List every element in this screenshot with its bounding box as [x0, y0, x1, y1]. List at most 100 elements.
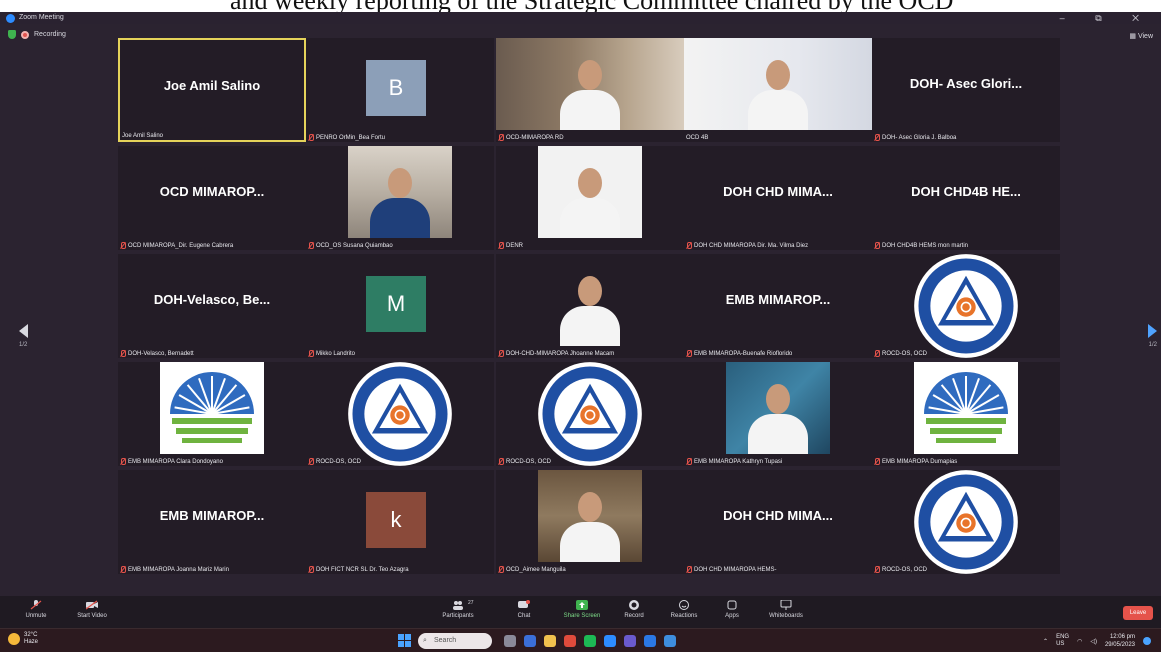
- participant-tile[interactable]: DOH CHD MIMA... DOH CHD MIMAROPA Dir. Ma.…: [684, 146, 872, 250]
- participants-button[interactable]: Participants 27: [428, 600, 488, 619]
- share-screen-label: Share Screen: [563, 613, 601, 619]
- windows-start-icon[interactable]: [398, 634, 412, 648]
- minimize-button[interactable]: –: [1060, 13, 1079, 23]
- person-silhouette: [578, 276, 602, 306]
- microphone-muted-icon: [874, 242, 880, 249]
- microphone-muted-icon: [498, 134, 504, 141]
- participant-tile[interactable]: OCD 4B: [684, 38, 872, 142]
- share-screen-icon: [576, 600, 588, 610]
- participant-name-label: ROCD-OS, OCD: [498, 458, 551, 465]
- participant-tile[interactable]: EMB MIMAROPA Kathryn Tupasi: [684, 362, 872, 466]
- chevron-up-icon[interactable]: ⌃: [1043, 638, 1048, 645]
- close-button[interactable]: ✕: [1132, 13, 1153, 23]
- participant-name-text: EMB MIMAROPA-Buenafe Rioflorido: [694, 350, 793, 357]
- microphone-muted-icon: [686, 242, 692, 249]
- participant-display-name: DOH CHD4B HE...: [911, 184, 1021, 199]
- view-label: View: [1137, 33, 1153, 40]
- volume-icon[interactable]: ◁): [1090, 638, 1097, 645]
- clock-date: 29/05/2023: [1104, 642, 1135, 648]
- microphone-muted-icon: [874, 458, 880, 465]
- microphone-muted-icon: [874, 350, 880, 357]
- participant-display-name: Joe Amil Salino: [163, 78, 261, 93]
- clock[interactable]: 12:06 pm 29/05/2023: [1105, 633, 1135, 649]
- participant-tile[interactable]: EMB MIMAROP... EMB MIMAROPA-Buenafe Riofl…: [684, 254, 872, 358]
- participant-tile[interactable]: DENR: [496, 146, 684, 250]
- participant-tile[interactable]: OCD MIMAROP... OCD MIMAROPA_Dir. Eugene C…: [118, 146, 306, 250]
- participant-tile[interactable]: ROCD-OS, OCD: [872, 470, 1060, 574]
- participant-tile[interactable]: DOH CHD MIMA... DOH CHD MIMAROPA HEMS-: [684, 470, 872, 574]
- participant-name-label: DOH-Velasco, Bernadett: [120, 350, 194, 357]
- participant-display-name: DOH CHD MIMA...: [723, 508, 833, 523]
- participant-tile[interactable]: ROCD-OS, OCD: [496, 362, 684, 466]
- participant-tile[interactable]: OCD_OS Susana Quiambao: [306, 146, 494, 250]
- chat-label: Chat: [517, 613, 531, 619]
- unmute-button[interactable]: Unmute: [6, 600, 66, 619]
- microphone-muted-icon: [120, 242, 126, 249]
- participant-tile[interactable]: Joe Amil Salino Joe Amil Salino: [118, 38, 306, 142]
- microphone-muted-icon: [308, 242, 314, 249]
- person-silhouette: [766, 384, 790, 414]
- participant-name-text: DOH CHD MIMAROPA Dir. Ma. Vilma Diez: [694, 242, 809, 249]
- spotify-icon[interactable]: [584, 635, 596, 647]
- view-button[interactable]: ▦ View: [1129, 32, 1153, 40]
- avatar: B: [366, 60, 426, 116]
- notification-icon[interactable]: [1143, 637, 1151, 645]
- participant-display-name: OCD MIMAROP...: [159, 184, 265, 199]
- chrome-icon[interactable]: [564, 635, 576, 647]
- participant-name-label: OCD-MIMAROPA RD: [498, 134, 564, 141]
- leave-button[interactable]: Leave: [1123, 606, 1153, 620]
- chat-app-icon[interactable]: [524, 635, 536, 647]
- apps-icon: [727, 600, 737, 610]
- wifi-icon[interactable]: ◠: [1077, 638, 1082, 645]
- participant-tile[interactable]: DOH CHD4B HE... DOH CHD4B HEMS mon martin: [872, 146, 1060, 250]
- participant-tile[interactable]: EMB MIMAROP... EMB MIMAROPA Joanna Mariz …: [118, 470, 306, 574]
- participant-tile[interactable]: B PENRO OrMin_Bea Fortu: [306, 38, 494, 142]
- previous-page-arrow-icon[interactable]: [19, 324, 28, 338]
- file-explorer-icon[interactable]: [544, 635, 556, 647]
- participant-tile[interactable]: OCD-MIMAROPA RD: [496, 38, 684, 142]
- zoom-taskbar-icon[interactable]: [604, 635, 616, 647]
- microphone-muted-icon: [686, 566, 692, 573]
- weather-temp: 32°C: [24, 632, 38, 638]
- participant-tile[interactable]: DOH- Asec Glori... DOH- Asec Gloria J. Ba…: [872, 38, 1060, 142]
- participant-tile[interactable]: k DOH FICT NCR SL Dr. Teo Azagra: [306, 470, 494, 574]
- microphone-muted-icon: [308, 458, 314, 465]
- store-icon[interactable]: [644, 635, 656, 647]
- participant-name-text: DENR: [506, 242, 524, 249]
- start-video-button[interactable]: Start Video: [62, 600, 122, 619]
- whiteboard-icon: [780, 600, 792, 610]
- participant-tile[interactable]: ROCD-OS, OCD: [306, 362, 494, 466]
- microphone-off-icon: [30, 600, 42, 610]
- next-page-arrow-icon[interactable]: [1148, 324, 1157, 338]
- meeting-toolbar: Unmute Start Video Participants 27 Chat …: [0, 596, 1161, 628]
- participant-tile[interactable]: EMB MIMAROPA Clara Dondoyano: [118, 362, 306, 466]
- apps-button[interactable]: Apps: [702, 600, 762, 619]
- recording-indicator[interactable]: Recording: [8, 30, 66, 39]
- participant-tile[interactable]: OCD_Aimee Manguila: [496, 470, 684, 574]
- participant-tile[interactable]: DOH-Velasco, Be... DOH-Velasco, Bernadett: [118, 254, 306, 358]
- share-screen-button[interactable]: Share Screen: [552, 600, 612, 619]
- chat-button[interactable]: Chat: [494, 600, 554, 619]
- app-icon[interactable]: [664, 635, 676, 647]
- person-body: [560, 198, 620, 238]
- task-view-icon[interactable]: [504, 635, 516, 647]
- participant-name-label: ROCD-OS, OCD: [874, 350, 927, 357]
- participant-tile[interactable]: ROCD-OS, OCD: [872, 254, 1060, 358]
- weather-widget[interactable]: 32°C Haze: [8, 632, 38, 646]
- participant-name-text: OCD MIMAROPA_Dir. Eugene Cabrera: [128, 242, 234, 249]
- participant-tile[interactable]: DOH-CHD-MIMAROPA Jhoanne Macam: [496, 254, 684, 358]
- participant-name-label: OCD 4B: [686, 135, 708, 141]
- participant-name-label: OCD_OS Susana Quiambao: [308, 242, 393, 249]
- taskbar-search-input[interactable]: ⌕ Search: [418, 633, 492, 649]
- participant-tile[interactable]: EMB MIMAROPA Dumapias: [872, 362, 1060, 466]
- messenger-icon[interactable]: [624, 635, 636, 647]
- microphone-muted-icon: [498, 458, 504, 465]
- language-indicator[interactable]: ENG US: [1056, 634, 1069, 648]
- participant-name-text: DOH FICT NCR SL Dr. Teo Azagra: [316, 566, 409, 573]
- maximize-button[interactable]: ⧉: [1095, 13, 1115, 23]
- participant-video: [306, 146, 494, 238]
- whiteboards-button[interactable]: Whiteboards: [756, 600, 816, 619]
- participant-name-text: EMB MIMAROPA Dumapias: [882, 458, 958, 465]
- windows-taskbar: 32°C Haze ⌕ Search ⌃ ENG US ◠ ◁) 12:06 p…: [0, 628, 1161, 652]
- participant-tile[interactable]: M Mikko Landrito: [306, 254, 494, 358]
